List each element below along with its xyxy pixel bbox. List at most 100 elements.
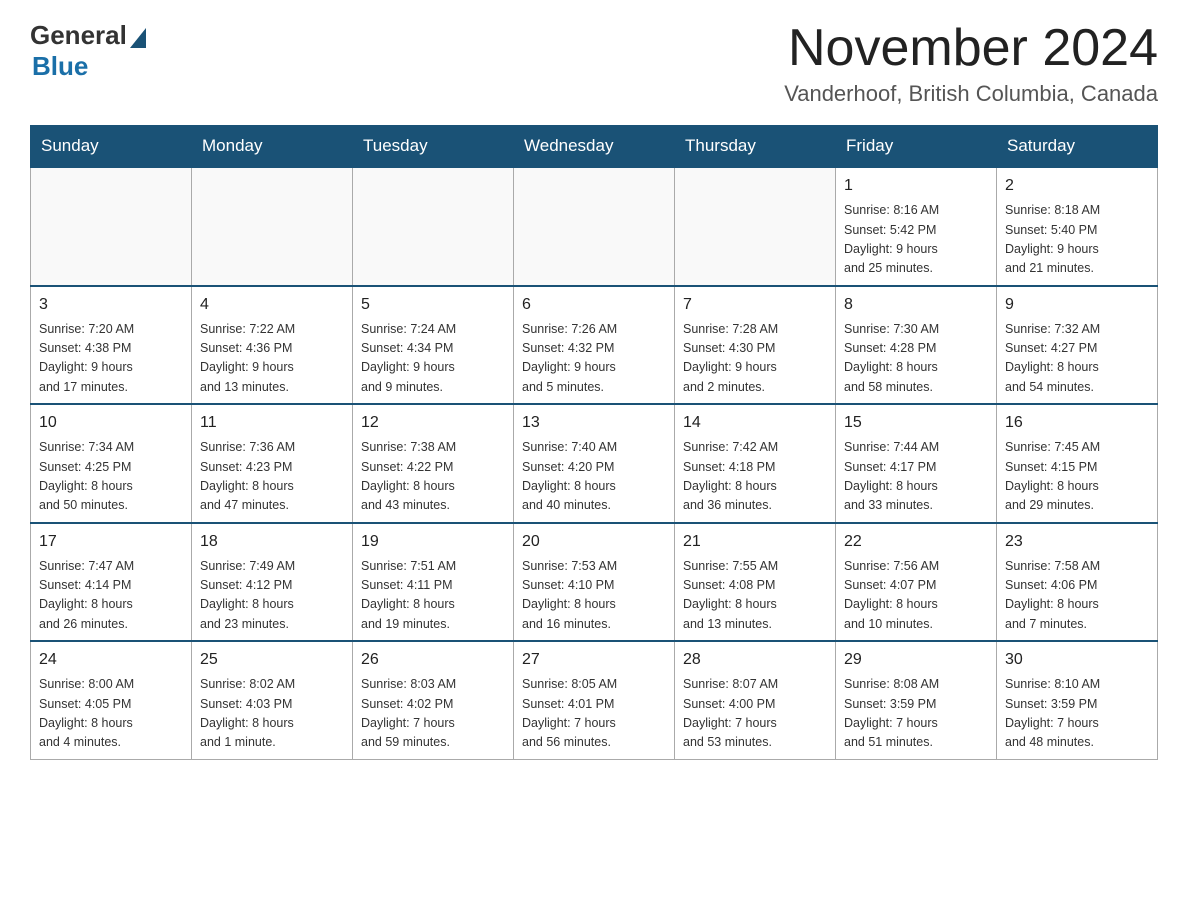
- calendar-cell: [353, 167, 514, 286]
- day-number: 26: [361, 648, 505, 672]
- day-info: Sunrise: 7:40 AMSunset: 4:20 PMDaylight:…: [522, 438, 666, 516]
- day-number: 30: [1005, 648, 1149, 672]
- day-info: Sunrise: 8:00 AMSunset: 4:05 PMDaylight:…: [39, 675, 183, 753]
- weekday-header-monday: Monday: [192, 126, 353, 168]
- calendar-cell: 13Sunrise: 7:40 AMSunset: 4:20 PMDayligh…: [514, 404, 675, 523]
- day-info: Sunrise: 7:28 AMSunset: 4:30 PMDaylight:…: [683, 320, 827, 398]
- calendar-cell: [675, 167, 836, 286]
- calendar-cell: 25 Sunrise: 8:02 AMSunset: 4:03 PMDayligh…: [192, 641, 353, 759]
- day-number: 15: [844, 411, 988, 435]
- weekday-header-thursday: Thursday: [675, 126, 836, 168]
- calendar-cell: 30 Sunrise: 8:10 AMSunset: 3:59 PMDayligh…: [997, 641, 1158, 759]
- weekday-header-wednesday: Wednesday: [514, 126, 675, 168]
- day-info: Sunrise: 7:47 AMSunset: 4:14 PMDaylight:…: [39, 557, 183, 635]
- day-info: Sunrise: 8:08 AMSunset: 3:59 PMDaylight:…: [844, 675, 988, 753]
- calendar-cell: [31, 167, 192, 286]
- day-info: Sunrise: 7:32 AMSunset: 4:27 PMDaylight:…: [1005, 320, 1149, 398]
- logo-blue-text: Blue: [32, 51, 88, 82]
- day-info: Sunrise: 8:03 AMSunset: 4:02 PMDaylight:…: [361, 675, 505, 753]
- day-info: Sunrise: 7:36 AMSunset: 4:23 PMDaylight:…: [200, 438, 344, 516]
- day-info: Sunrise: 8:10 AMSunset: 3:59 PMDaylight:…: [1005, 675, 1149, 753]
- weekday-header-sunday: Sunday: [31, 126, 192, 168]
- calendar-cell: 28Sunrise: 8:07 AMSunset: 4:00 PMDayligh…: [675, 641, 836, 759]
- day-info: Sunrise: 7:42 AMSunset: 4:18 PMDaylight:…: [683, 438, 827, 516]
- calendar-cell: 5 Sunrise: 7:24 AMSunset: 4:34 PMDaylight…: [353, 286, 514, 405]
- day-info: Sunrise: 7:38 AMSunset: 4:22 PMDaylight:…: [361, 438, 505, 516]
- day-info: Sunrise: 7:56 AMSunset: 4:07 PMDaylight:…: [844, 557, 988, 635]
- day-info: Sunrise: 7:24 AMSunset: 4:34 PMDaylight:…: [361, 320, 505, 398]
- day-info: Sunrise: 7:30 AMSunset: 4:28 PMDaylight:…: [844, 320, 988, 398]
- day-number: 16: [1005, 411, 1149, 435]
- calendar-week-3: 10Sunrise: 7:34 AMSunset: 4:25 PMDayligh…: [31, 404, 1158, 523]
- day-number: 8: [844, 293, 988, 317]
- calendar-cell: 10Sunrise: 7:34 AMSunset: 4:25 PMDayligh…: [31, 404, 192, 523]
- calendar-cell: 24 Sunrise: 8:00 AMSunset: 4:05 PMDayligh…: [31, 641, 192, 759]
- calendar-cell: 27Sunrise: 8:05 AMSunset: 4:01 PMDayligh…: [514, 641, 675, 759]
- day-number: 23: [1005, 530, 1149, 554]
- day-number: 6: [522, 293, 666, 317]
- calendar-cell: 21 Sunrise: 7:55 AMSunset: 4:08 PMDayligh…: [675, 523, 836, 642]
- day-number: 1: [844, 174, 988, 198]
- calendar-week-4: 17 Sunrise: 7:47 AMSunset: 4:14 PMDayligh…: [31, 523, 1158, 642]
- calendar-cell: 22 Sunrise: 7:56 AMSunset: 4:07 PMDayligh…: [836, 523, 997, 642]
- calendar-cell: 26 Sunrise: 8:03 AMSunset: 4:02 PMDayligh…: [353, 641, 514, 759]
- day-info: Sunrise: 8:16 AMSunset: 5:42 PMDaylight:…: [844, 201, 988, 279]
- day-info: Sunrise: 7:55 AMSunset: 4:08 PMDaylight:…: [683, 557, 827, 635]
- calendar-cell: 11 Sunrise: 7:36 AMSunset: 4:23 PMDayligh…: [192, 404, 353, 523]
- day-number: 10: [39, 411, 183, 435]
- calendar-week-1: 1 Sunrise: 8:16 AMSunset: 5:42 PMDaylight…: [31, 167, 1158, 286]
- day-number: 20: [522, 530, 666, 554]
- calendar-cell: 6 Sunrise: 7:26 AMSunset: 4:32 PMDaylight…: [514, 286, 675, 405]
- calendar-cell: 20 Sunrise: 7:53 AMSunset: 4:10 PMDayligh…: [514, 523, 675, 642]
- calendar-cell: 17 Sunrise: 7:47 AMSunset: 4:14 PMDayligh…: [31, 523, 192, 642]
- calendar-cell: 4Sunrise: 7:22 AMSunset: 4:36 PMDaylight…: [192, 286, 353, 405]
- day-info: Sunrise: 7:53 AMSunset: 4:10 PMDaylight:…: [522, 557, 666, 635]
- day-number: 25: [200, 648, 344, 672]
- calendar-table: SundayMondayTuesdayWednesdayThursdayFrid…: [30, 125, 1158, 760]
- calendar-cell: 7Sunrise: 7:28 AMSunset: 4:30 PMDaylight…: [675, 286, 836, 405]
- calendar-week-2: 3Sunrise: 7:20 AMSunset: 4:38 PMDaylight…: [31, 286, 1158, 405]
- logo-general-text: General: [30, 20, 127, 51]
- day-number: 22: [844, 530, 988, 554]
- day-number: 28: [683, 648, 827, 672]
- weekday-header-tuesday: Tuesday: [353, 126, 514, 168]
- calendar-cell: 14 Sunrise: 7:42 AMSunset: 4:18 PMDayligh…: [675, 404, 836, 523]
- day-number: 19: [361, 530, 505, 554]
- calendar-cell: 12 Sunrise: 7:38 AMSunset: 4:22 PMDayligh…: [353, 404, 514, 523]
- calendar-cell: 29 Sunrise: 8:08 AMSunset: 3:59 PMDayligh…: [836, 641, 997, 759]
- day-number: 11: [200, 411, 344, 435]
- day-number: 18: [200, 530, 344, 554]
- day-number: 3: [39, 293, 183, 317]
- day-number: 5: [361, 293, 505, 317]
- calendar-cell: 19 Sunrise: 7:51 AMSunset: 4:11 PMDayligh…: [353, 523, 514, 642]
- calendar-body: 1 Sunrise: 8:16 AMSunset: 5:42 PMDaylight…: [31, 167, 1158, 759]
- day-number: 29: [844, 648, 988, 672]
- day-info: Sunrise: 7:26 AMSunset: 4:32 PMDaylight:…: [522, 320, 666, 398]
- calendar-cell: 2Sunrise: 8:18 AMSunset: 5:40 PMDaylight…: [997, 167, 1158, 286]
- day-number: 14: [683, 411, 827, 435]
- day-info: Sunrise: 7:45 AMSunset: 4:15 PMDaylight:…: [1005, 438, 1149, 516]
- calendar-cell: [192, 167, 353, 286]
- day-number: 24: [39, 648, 183, 672]
- calendar-cell: 16 Sunrise: 7:45 AMSunset: 4:15 PMDayligh…: [997, 404, 1158, 523]
- calendar-week-5: 24 Sunrise: 8:00 AMSunset: 4:05 PMDayligh…: [31, 641, 1158, 759]
- weekday-header-row: SundayMondayTuesdayWednesdayThursdayFrid…: [31, 126, 1158, 168]
- day-number: 27: [522, 648, 666, 672]
- calendar-header: SundayMondayTuesdayWednesdayThursdayFrid…: [31, 126, 1158, 168]
- day-number: 17: [39, 530, 183, 554]
- calendar-cell: 23Sunrise: 7:58 AMSunset: 4:06 PMDayligh…: [997, 523, 1158, 642]
- day-info: Sunrise: 7:51 AMSunset: 4:11 PMDaylight:…: [361, 557, 505, 635]
- day-number: 9: [1005, 293, 1149, 317]
- day-info: Sunrise: 8:02 AMSunset: 4:03 PMDaylight:…: [200, 675, 344, 753]
- logo-arrow-icon: [130, 28, 146, 48]
- title-block: November 2024 Vanderhoof, British Columb…: [784, 20, 1158, 107]
- day-number: 12: [361, 411, 505, 435]
- page-header: General Blue November 2024 Vanderhoof, B…: [30, 20, 1158, 107]
- calendar-cell: 1 Sunrise: 8:16 AMSunset: 5:42 PMDaylight…: [836, 167, 997, 286]
- day-info: Sunrise: 7:22 AMSunset: 4:36 PMDaylight:…: [200, 320, 344, 398]
- weekday-header-saturday: Saturday: [997, 126, 1158, 168]
- day-number: 21: [683, 530, 827, 554]
- weekday-header-friday: Friday: [836, 126, 997, 168]
- page-title: November 2024: [784, 20, 1158, 77]
- calendar-cell: 15Sunrise: 7:44 AMSunset: 4:17 PMDayligh…: [836, 404, 997, 523]
